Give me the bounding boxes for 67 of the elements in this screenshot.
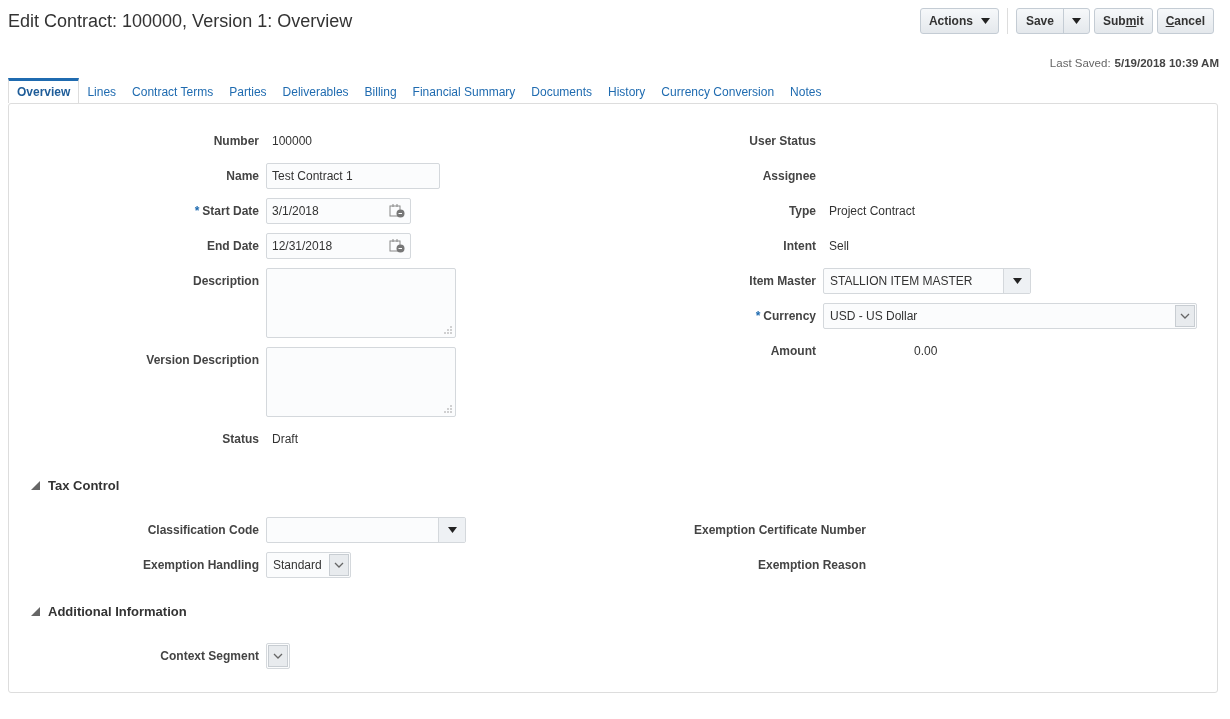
last-saved-label: Last Saved: [1049, 57, 1111, 69]
field-label: Classification Code [146, 522, 259, 537]
dropdown-arrow-icon [447, 527, 457, 533]
field-label: Version Description [145, 352, 259, 367]
calendar-icon[interactable] [389, 239, 405, 253]
field-label: Status [221, 431, 259, 446]
resize-grip-icon[interactable] [444, 326, 452, 334]
field-label: Item Master [748, 273, 816, 288]
field-value: Draft [271, 431, 298, 446]
toolbar-button[interactable]: Submit [1093, 8, 1153, 34]
field-label: * Start Date [193, 203, 259, 218]
field-label: End Date [206, 238, 259, 253]
toolbar-button[interactable]: Cancel [1156, 8, 1214, 34]
field-label: * Currency [754, 308, 816, 323]
text-field[interactable]: Test Contract 1 [266, 163, 440, 189]
field-value: Project Contract [828, 203, 916, 218]
tab[interactable]: Deliverables [274, 78, 357, 103]
text-area[interactable] [266, 347, 456, 417]
tab[interactable]: Contract Terms [124, 78, 222, 103]
tab[interactable]: Notes [782, 78, 830, 103]
field-label: Name [225, 168, 259, 183]
field-label: Amount [769, 343, 816, 358]
text-area[interactable] [266, 268, 456, 338]
section-header[interactable]: Additional Information [9, 578, 187, 643]
amount-value: 0.00 [913, 343, 938, 358]
field-label: Intent [782, 238, 816, 253]
calendar-icon[interactable] [389, 204, 405, 218]
field-label: Type [787, 203, 816, 218]
last-saved-time: 5/19/2018 10:39 AM [1114, 57, 1219, 69]
chevron-down-icon [273, 653, 283, 659]
page-title: Edit Contract: 100000, Version 1: Overview [8, 10, 353, 32]
field-value: Sell [828, 238, 849, 253]
tab[interactable]: Documents [523, 78, 600, 103]
field-label: Assignee [761, 168, 816, 183]
section-header[interactable]: Tax Control [9, 452, 120, 517]
tab[interactable]: History [600, 78, 654, 103]
choice-list[interactable]: Standard [266, 552, 351, 578]
tab[interactable]: Lines [79, 78, 125, 103]
choice-list[interactable]: USD - US Dollar [823, 303, 1197, 329]
tab[interactable]: Currency Conversion [653, 78, 783, 103]
field-label: Exemption Certificate Number [692, 522, 866, 537]
tab[interactable]: Parties [221, 78, 275, 103]
save-split-button[interactable]: Save [1015, 8, 1090, 34]
field-label: Context Segment [159, 648, 259, 663]
field-label: Exemption Handling [142, 557, 259, 572]
expand-triangle-icon[interactable] [31, 607, 40, 616]
tab[interactable]: Overview [8, 78, 80, 103]
date-field[interactable]: 3/1/2018 [266, 198, 411, 224]
field-label: Exemption Reason [756, 557, 866, 572]
field-label: Description [192, 273, 259, 288]
chevron-down-icon [1180, 313, 1190, 319]
dropdown-arrow-icon [1012, 278, 1022, 284]
tab[interactable]: Financial Summary [404, 78, 524, 103]
dropdown-arrow-icon [980, 18, 990, 24]
expand-triangle-icon[interactable] [31, 481, 40, 490]
actions-menu-button[interactable]: Actions [919, 8, 999, 34]
choice-list[interactable] [266, 643, 290, 669]
field-value: 100000 [271, 133, 313, 148]
dropdown-arrow-icon[interactable] [1071, 18, 1081, 24]
chevron-down-icon [333, 562, 344, 568]
resize-grip-icon[interactable] [444, 405, 452, 413]
tab[interactable]: Billing [356, 78, 405, 103]
dropdown-field[interactable] [266, 517, 466, 543]
field-label: Number [212, 133, 259, 148]
field-label: User Status [748, 133, 816, 148]
date-field[interactable]: 12/31/2018 [266, 233, 411, 259]
dropdown-field[interactable]: STALLION ITEM MASTER [823, 268, 1031, 294]
